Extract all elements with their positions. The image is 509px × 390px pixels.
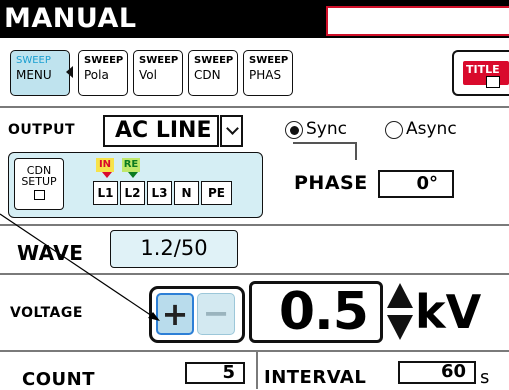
cursor-pointer-icon xyxy=(0,213,160,321)
